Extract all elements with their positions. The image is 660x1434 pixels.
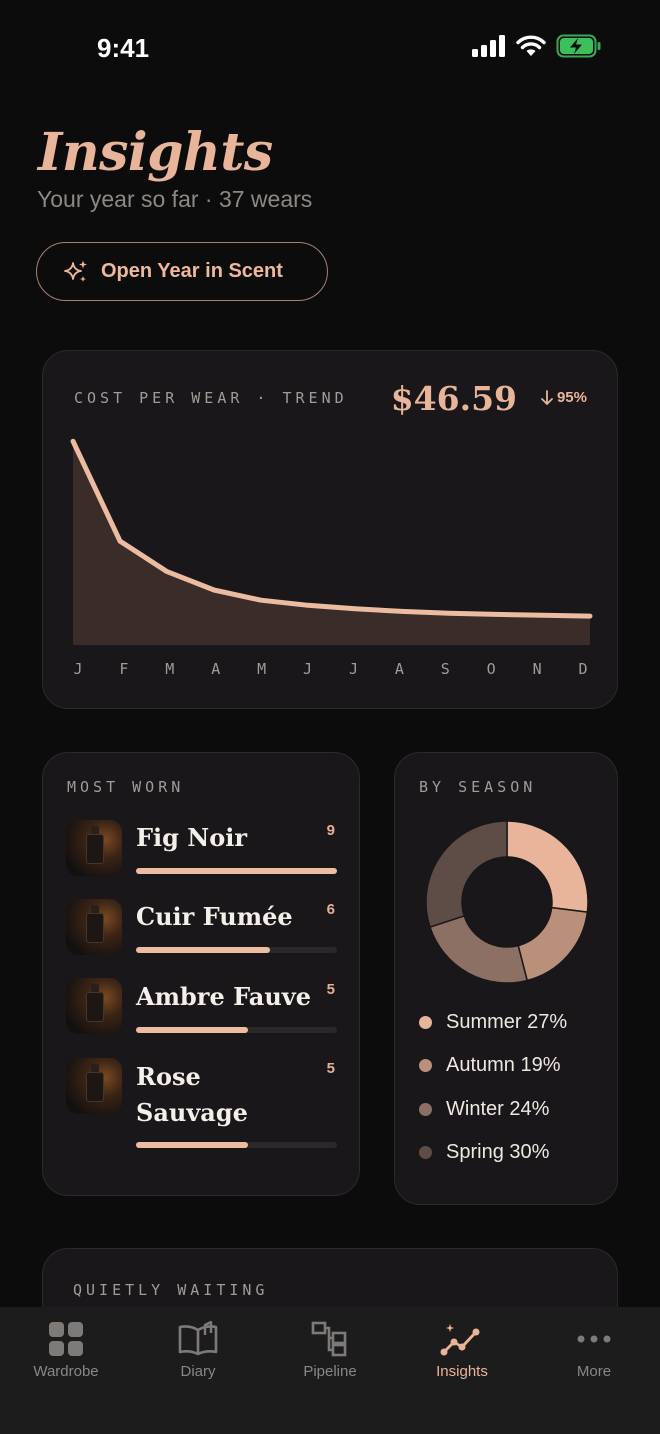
wear-count: 6 (326, 901, 335, 918)
legend-label: Winter 24% (446, 1098, 550, 1120)
legend-item-autumn: Autumn 19% (419, 1054, 561, 1077)
tab-diary[interactable]: Diary (132, 1321, 264, 1380)
most-worn-card: MOST WORN Fig Noir 9 Cuir Fumée 6 Ambre … (42, 752, 360, 1196)
trend-icon (440, 1324, 480, 1356)
x-tick-label: S (441, 660, 450, 678)
donut-slice-winter (429, 914, 529, 984)
legend-item-spring: Spring 30% (419, 1141, 549, 1164)
open-year-in-scent-button[interactable]: Open Year in Scent (36, 242, 328, 301)
status-bar: 9:41 (0, 0, 660, 96)
x-tick-label: A (211, 660, 220, 678)
tab-insights[interactable]: Insights (396, 1321, 528, 1380)
x-tick-label: F (119, 660, 128, 678)
fragrance-name: Ambre Fauve (136, 982, 312, 1011)
wear-bar (136, 868, 337, 874)
most-worn-label: MOST WORN (67, 778, 185, 796)
x-tick-label: M (165, 660, 174, 678)
legend-item-winter: Winter 24% (419, 1098, 549, 1121)
battery-charging-icon (556, 34, 601, 58)
tab-wardrobe[interactable]: Wardrobe (0, 1321, 132, 1380)
more-icon (577, 1335, 611, 1343)
wear-bar (136, 1142, 337, 1148)
grid-icon (49, 1322, 83, 1356)
wear-bar (136, 947, 337, 953)
wear-count: 9 (326, 822, 335, 839)
legend-dot (419, 1103, 432, 1116)
wear-bar (136, 1027, 337, 1033)
fragrance-name: Fig Noir (136, 823, 247, 852)
wear-bar-fill (136, 1027, 248, 1033)
fragrance-thumbnail (66, 899, 122, 955)
legend-dot (419, 1059, 432, 1072)
legend-label: Spring 30% (446, 1141, 550, 1163)
cost-per-wear-chart: JFMAMJJASOND (70, 438, 593, 678)
x-tick-label: J (349, 660, 358, 678)
tab-more[interactable]: More (528, 1321, 660, 1380)
signal-icon (472, 35, 505, 57)
page-subtitle: Your year so far · 37 wears (37, 186, 313, 212)
wear-bar-fill (136, 868, 337, 874)
open-year-in-scent-label: Open Year in Scent (101, 260, 283, 282)
donut-slice-summer (506, 820, 589, 913)
book-icon (178, 1321, 218, 1356)
donut-slice-autumn (517, 906, 589, 982)
season-donut-chart (425, 820, 589, 984)
tab-label: Wardrobe (33, 1363, 99, 1380)
wear-count: 5 (326, 1060, 335, 1077)
status-icons (472, 34, 602, 58)
wear-count: 5 (326, 981, 335, 998)
legend-dot (419, 1016, 432, 1029)
tab-label: Diary (180, 1363, 216, 1380)
legend-label: Autumn 19% (446, 1054, 561, 1076)
donut-slice-spring (425, 820, 508, 928)
by-season-card: BY SEASON Summer 27% Autumn 19% Winter 2… (394, 752, 618, 1205)
tab-label: Pipeline (303, 1363, 357, 1380)
fragrance-name: Rose Sauvage (136, 1062, 248, 1127)
legend-dot (419, 1146, 432, 1159)
by-season-label: BY SEASON (419, 778, 537, 796)
sparkles-icon (64, 260, 87, 282)
x-tick-label: J (303, 660, 312, 678)
legend-label: Summer 27% (446, 1011, 568, 1033)
tab-bar: Wardrobe Diary Pipeline Insights More (0, 1307, 660, 1434)
x-tick-label: J (73, 660, 82, 678)
pipeline-icon (311, 1321, 347, 1357)
fragrance-thumbnail (66, 978, 122, 1034)
status-time: 9:41 (97, 33, 150, 63)
fragrance-thumbnail (66, 1058, 122, 1114)
page-title: Insights (38, 122, 273, 183)
legend-item-summer: Summer 27% (419, 1011, 567, 1034)
quietly-waiting-label: QUIETLY WAITING (73, 1281, 269, 1299)
wear-bar-fill (136, 947, 271, 953)
x-tick-label: M (257, 660, 266, 678)
wifi-icon (516, 35, 546, 56)
x-tick-label: A (395, 660, 404, 678)
tab-label: More (576, 1363, 612, 1380)
fragrance-thumbnail (66, 820, 122, 876)
wear-bar-fill (136, 1142, 248, 1148)
fragrance-name: Cuir Fumée (136, 902, 293, 931)
x-tick-label: O (487, 660, 496, 678)
tab-pipeline[interactable]: Pipeline (264, 1321, 396, 1380)
tab-label: Insights (436, 1363, 488, 1380)
x-tick-label: N (533, 660, 542, 678)
x-tick-label: D (578, 660, 587, 678)
cost-per-wear-card[interactable]: COST PER WEAR · TREND $46.59 95% JFMAMJJ… (42, 350, 618, 709)
